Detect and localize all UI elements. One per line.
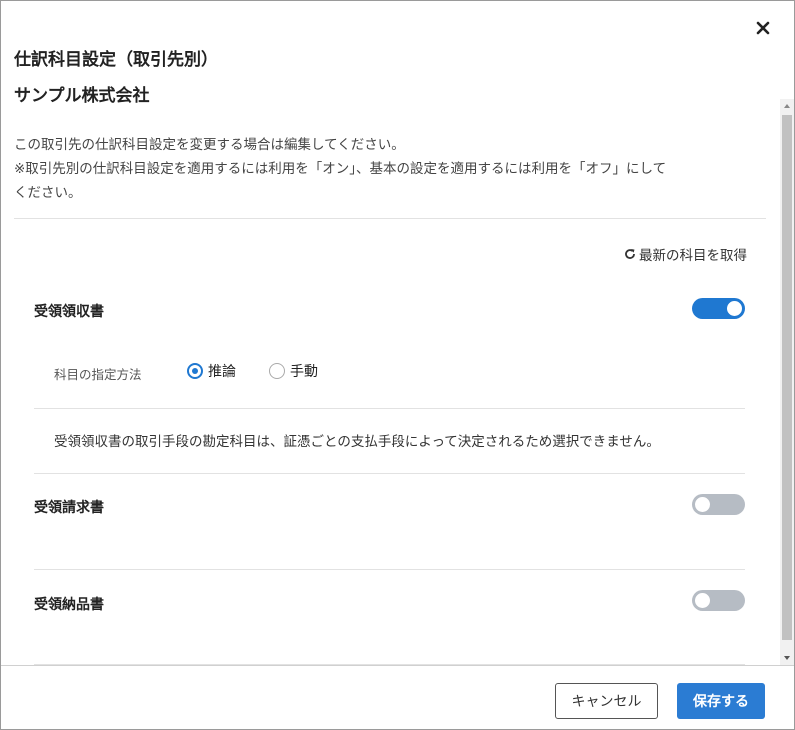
description: この取引先の仕訳科目設定を変更する場合は編集してください。 ※取引先別の仕訳科目…	[14, 133, 759, 205]
radio-label: 手動	[290, 364, 318, 380]
refresh-accounts-link[interactable]: 最新の科目を取得	[624, 244, 747, 264]
close-icon	[756, 21, 770, 35]
refresh-label: 最新の科目を取得	[639, 248, 747, 264]
method-label: 科目の指定方法	[54, 367, 142, 382]
radio-checked-icon	[187, 363, 203, 379]
toggle-invoice[interactable]	[692, 494, 745, 515]
radio-unchecked-icon	[269, 363, 285, 379]
scroll-thumb[interactable]	[782, 115, 792, 640]
refresh-icon	[625, 249, 635, 259]
description-line: この取引先の仕訳科目設定を変更する場合は編集してください。	[14, 137, 405, 153]
section-label-delivery: 受領納品書	[34, 597, 104, 613]
description-line: ください。	[14, 185, 82, 201]
cancel-button[interactable]: キャンセル	[555, 683, 658, 719]
save-button[interactable]: 保存する	[677, 683, 765, 719]
toggle-receipt[interactable]	[692, 298, 745, 319]
divider	[34, 473, 745, 474]
triangle-down-icon	[784, 656, 790, 660]
toggle-knob	[695, 593, 710, 608]
divider	[34, 408, 745, 409]
section-label-receipt: 受領領収書	[34, 304, 104, 320]
toggle-knob	[695, 497, 710, 512]
receipt-note: 受領領収書の取引手段の勘定科目は、証憑ごとの支払手段によって決定されるため選択で…	[54, 434, 660, 450]
scrollbar[interactable]	[780, 99, 794, 665]
radio-inference[interactable]: 推論	[187, 361, 236, 381]
dialog-title: 仕訳科目設定（取引先別）	[14, 50, 218, 70]
radio-label: 推論	[208, 364, 236, 380]
dialog-body: この取引先の仕訳科目設定を変更する場合は編集してください。 ※取引先別の仕訳科目…	[1, 99, 780, 665]
radio-manual[interactable]: 手動	[269, 361, 318, 381]
dialog: 仕訳科目設定（取引先別） サンプル株式会社 この取引先の仕訳科目設定を変更する場…	[0, 0, 795, 730]
divider	[34, 569, 745, 570]
close-button[interactable]	[752, 17, 774, 39]
description-line: ※取引先別の仕訳科目設定を適用するには利用を「オン」、基本の設定を適用するには利…	[14, 161, 667, 177]
scroll-down-arrow[interactable]	[780, 651, 794, 665]
divider	[14, 218, 766, 219]
dialog-header: 仕訳科目設定（取引先別） サンプル株式会社	[1, 1, 794, 106]
triangle-up-icon	[784, 104, 790, 108]
toggle-knob	[727, 301, 742, 316]
toggle-delivery[interactable]	[692, 590, 745, 611]
scroll-up-arrow[interactable]	[780, 99, 794, 113]
section-label-invoice: 受領請求書	[34, 500, 104, 516]
dialog-footer: キャンセル 保存する	[1, 665, 794, 729]
